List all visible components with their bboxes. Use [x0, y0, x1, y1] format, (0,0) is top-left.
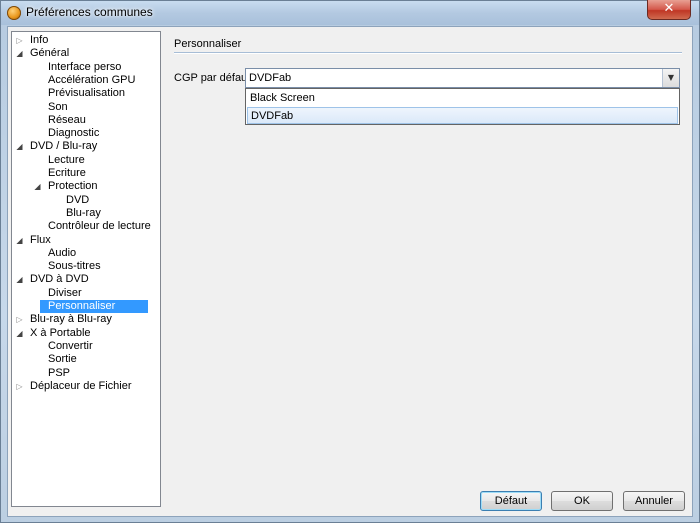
tree-item-label: Diagnostic	[48, 127, 100, 140]
tree-item[interactable]: Contrôleur de lecture	[46, 220, 153, 233]
tree-item-label: Blu-ray	[66, 206, 101, 219]
tree-item[interactable]: Général	[28, 47, 71, 60]
tree-item[interactable]: Accélération GPU	[46, 74, 137, 87]
tree-item-label: Info	[30, 34, 49, 46]
tree-item[interactable]: Audio	[46, 247, 78, 260]
dropdown-option-black-screen[interactable]: Black Screen	[247, 90, 678, 107]
tree-item[interactable]: Personnaliser	[46, 300, 118, 313]
tree-item[interactable]: Sortie	[46, 353, 79, 366]
tree-item-label: DVD / Blu-ray	[30, 140, 98, 153]
tree-item[interactable]: Lecture	[46, 154, 87, 167]
tree-item-label: X à Portable	[30, 326, 91, 339]
tree-item[interactable]: Protection	[46, 180, 100, 193]
tree-item[interactable]: Flux	[28, 234, 53, 247]
tree-item-label: Protection	[48, 180, 98, 193]
default-button[interactable]: Défaut	[480, 491, 542, 511]
tree-item[interactable]: DVD	[64, 194, 91, 207]
expand-arrow-icon[interactable]: ▷	[16, 380, 23, 393]
app-icon	[7, 6, 21, 20]
tree-item-label: Convertir	[48, 339, 93, 352]
tree-item-label: Déplaceur de Fichier	[30, 379, 132, 392]
tree-item-label: DVD à DVD	[30, 273, 89, 286]
tree-item[interactable]: Déplaceur de Fichier	[28, 380, 134, 393]
tree-item-label: Flux	[30, 233, 51, 246]
settings-tree[interactable]: ▷ Info ◢ Général Interface perso Accélération…	[11, 31, 161, 507]
tree-item[interactable]: PSP	[46, 367, 72, 380]
tree-item-label: Prévisualisation	[48, 87, 126, 100]
tree-item[interactable]: Diviser	[46, 287, 84, 300]
window-title: Préférences communes	[26, 5, 153, 19]
collapse-arrow-icon[interactable]: ◢	[16, 47, 23, 60]
tree-item-label: Interface perso	[48, 60, 122, 73]
tree-item[interactable]: Ecriture	[46, 167, 88, 180]
cancel-button[interactable]: Annuler	[623, 491, 685, 511]
section-title: Personnaliser	[174, 38, 242, 50]
combo-dropdown-list: Black Screen DVDFab	[245, 88, 680, 125]
tree-item-label: Son	[48, 100, 68, 113]
tree-item[interactable]: X à Portable	[28, 327, 93, 340]
tree-item-label: Diviser	[48, 286, 82, 299]
tree-item-label: Personnaliser	[46, 300, 118, 312]
expand-arrow-icon[interactable]: ▷	[16, 313, 23, 326]
collapse-arrow-icon[interactable]: ◢	[16, 140, 23, 153]
tree-item-label: Général	[30, 47, 70, 60]
tree-item-label: Accélération GPU	[48, 73, 136, 86]
tree-item[interactable]: Info	[28, 34, 50, 47]
tree-item-label: Contrôleur de lecture	[48, 220, 151, 233]
default-cgp-label: CGP par défaut	[174, 72, 251, 84]
section-divider	[174, 52, 682, 53]
tree-item[interactable]: Prévisualisation	[46, 87, 127, 100]
close-button[interactable]: ✕	[647, 0, 691, 20]
combo-value: DVDFab	[249, 72, 292, 84]
tree-item-label: Ecriture	[48, 167, 86, 179]
tree-item[interactable]: DVD à DVD	[28, 273, 91, 286]
chevron-down-icon[interactable]: ▼	[662, 69, 679, 87]
tree-item[interactable]: Réseau	[46, 114, 88, 127]
tree-item[interactable]: Blu-ray	[64, 207, 103, 220]
tree-item-label: Réseau	[48, 113, 86, 126]
tree-item-label: Lecture	[48, 153, 85, 166]
dropdown-option-dvdfab[interactable]: DVDFab	[247, 107, 678, 124]
preferences-window: Préférences communes ✕ ▷ Info ◢ Général Inte…	[0, 0, 700, 523]
collapse-arrow-icon[interactable]: ◢	[16, 327, 23, 340]
tree-item-label: Sous-titres	[48, 260, 101, 273]
expand-arrow-icon[interactable]: ▷	[16, 34, 23, 47]
tree-item-label: Sortie	[48, 353, 77, 366]
collapse-arrow-icon[interactable]: ◢	[16, 234, 23, 247]
ok-button[interactable]: OK	[551, 491, 613, 511]
tree-item-label: Blu-ray à Blu-ray	[30, 313, 112, 326]
tree-item[interactable]: Interface perso	[46, 61, 123, 74]
tree-item[interactable]: Diagnostic	[46, 127, 101, 140]
title-bar[interactable]: Préférences communes ✕	[1, 0, 699, 25]
tree-item[interactable]: Blu-ray à Blu-ray	[28, 313, 114, 326]
collapse-arrow-icon[interactable]: ◢	[34, 180, 41, 193]
tree-item-label: Audio	[48, 246, 77, 259]
tree-item[interactable]: DVD / Blu-ray	[28, 140, 99, 153]
tree-item[interactable]: Convertir	[46, 340, 95, 353]
dialog-client-area: ▷ Info ◢ Général Interface perso Accélération…	[7, 26, 693, 517]
tree-item-label: PSP	[48, 366, 71, 379]
collapse-arrow-icon[interactable]: ◢	[16, 273, 23, 286]
default-cgp-combobox[interactable]: DVDFab ▼	[245, 68, 680, 88]
tree-item[interactable]: Son	[46, 101, 70, 114]
tree-item-label: DVD	[66, 193, 90, 206]
tree-item[interactable]: Sous-titres	[46, 260, 103, 273]
